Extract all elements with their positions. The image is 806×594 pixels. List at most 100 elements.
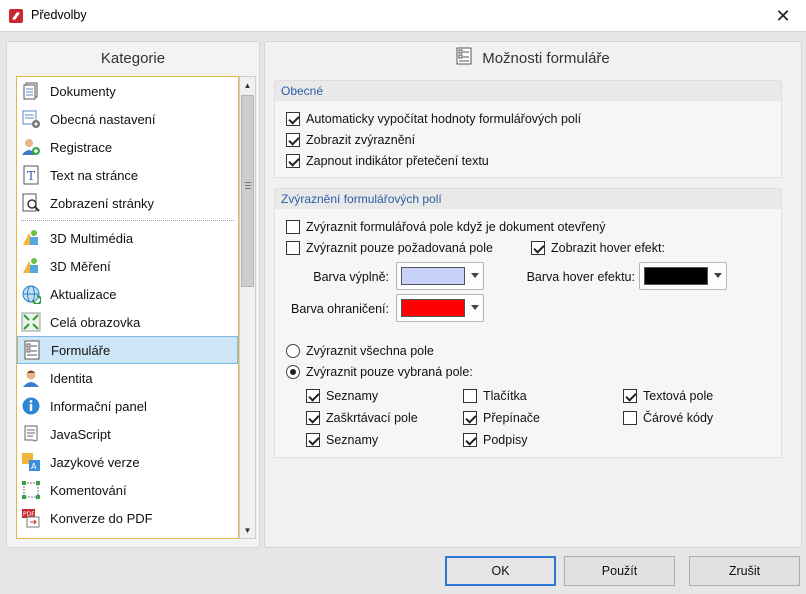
type-lists-checkbox[interactable]: Seznamy <box>306 389 378 403</box>
chevron-down-icon <box>714 273 722 278</box>
category-item-page-display[interactable]: Zobrazení stránky <box>17 189 238 217</box>
general-group: Obecné Automaticky vypočítat hodnoty for… <box>274 80 782 178</box>
category-item-info-panel[interactable]: Informační panel <box>17 392 238 420</box>
show-highlight-checkbox[interactable]: Zobrazit zvýraznění <box>286 133 415 147</box>
checkbox-label: Zvýraznit formulářová pole když je dokum… <box>306 220 606 234</box>
categories-list[interactable]: Dokumenty Obecná nastavení Registrace T … <box>16 76 239 539</box>
checkbox-label: Textová pole <box>643 389 714 403</box>
checkbox-label: Zapnout indikátor přetečení textu <box>306 154 489 168</box>
grip-line <box>245 185 251 186</box>
type-barcodes-checkbox[interactable]: Čárové kódy <box>623 411 713 425</box>
categories-scrollbar[interactable]: ▲ ▼ <box>239 76 256 539</box>
checkbox-box[interactable] <box>306 389 320 403</box>
text-on-page-icon: T <box>20 164 42 186</box>
category-item-fullscreen[interactable]: Celá obrazovka <box>17 308 238 336</box>
border-color-picker[interactable] <box>396 294 484 322</box>
scrollbar-thumb[interactable] <box>241 95 254 287</box>
checkbox-label: Zobrazit hover efekt: <box>551 241 665 255</box>
cancel-button[interactable]: Zrušit <box>689 556 800 586</box>
checkbox-label: Zvýraznit pouze požadovaná pole <box>306 241 493 255</box>
general-settings-icon <box>20 108 42 130</box>
3d-multimedia-icon <box>20 227 42 249</box>
category-item-documents[interactable]: Dokumenty <box>17 77 238 105</box>
checkbox-box[interactable] <box>286 133 300 147</box>
type-textfields-checkbox[interactable]: Textová pole <box>623 389 713 403</box>
checkbox-label: Přepínače <box>483 411 540 425</box>
hover-color-picker[interactable] <box>639 262 727 290</box>
category-item-general[interactable]: Obecná nastavení <box>17 105 238 133</box>
category-label: Zobrazení stránky <box>50 195 155 211</box>
category-item-commenting[interactable]: Komentování <box>17 476 238 504</box>
chevron-down-icon <box>471 273 479 278</box>
svg-text:A: A <box>31 462 37 471</box>
auto-calc-checkbox[interactable]: Automaticky vypočítat hodnoty formulářov… <box>286 112 581 126</box>
checkbox-label: Tlačítka <box>483 389 527 403</box>
checkbox-box[interactable] <box>286 241 300 255</box>
documents-icon <box>20 80 42 102</box>
category-label: Obecná nastavení <box>50 111 156 127</box>
highlight-selected-radio[interactable]: Zvýraznit pouze vybraná pole: <box>286 365 473 379</box>
highlight-required-checkbox[interactable]: Zvýraznit pouze požadovaná pole <box>286 241 493 255</box>
category-item-3d-measure[interactable]: 3D Měření <box>17 252 238 280</box>
hover-color-label: Barva hover efektu: <box>526 270 635 284</box>
category-label: Jazykové verze <box>50 454 140 470</box>
hover-effect-checkbox[interactable]: Zobrazit hover efekt: <box>531 241 665 255</box>
grip-line <box>245 188 251 189</box>
checkbox-box[interactable] <box>306 433 320 447</box>
radio-circle[interactable] <box>286 344 300 358</box>
3d-measure-icon <box>20 255 42 277</box>
category-item-update[interactable]: Aktualizace <box>17 280 238 308</box>
checkbox-box[interactable] <box>306 411 320 425</box>
checkbox-box[interactable] <box>531 241 545 255</box>
category-item-registration[interactable]: Registrace <box>17 133 238 161</box>
fill-color-label: Barva výplně: <box>313 270 389 284</box>
checkbox-box[interactable] <box>463 433 477 447</box>
checkbox-box[interactable] <box>286 154 300 168</box>
type-buttons-checkbox[interactable]: Tlačítka <box>463 389 527 403</box>
category-item-languages[interactable]: A Jazykové verze <box>17 448 238 476</box>
scroll-down-icon[interactable]: ▼ <box>240 522 255 538</box>
checkbox-box[interactable] <box>286 112 300 126</box>
fullscreen-icon <box>20 311 42 333</box>
category-item-javascript[interactable]: JavaScript <box>17 420 238 448</box>
highlight-all-radio[interactable]: Zvýraznit všechna pole <box>286 344 434 358</box>
category-item-text-on-page[interactable]: T Text na stránce <box>17 161 238 189</box>
category-item-3d-multimedia[interactable]: 3D Multimédia <box>17 224 238 252</box>
ok-button[interactable]: OK <box>445 556 556 586</box>
fill-color-swatch <box>401 267 465 285</box>
update-globe-icon <box>20 283 42 305</box>
overflow-indicator-checkbox[interactable]: Zapnout indikátor přetečení textu <box>286 154 489 168</box>
checkbox-label: Seznamy <box>326 433 379 447</box>
fill-color-picker[interactable] <box>396 262 484 290</box>
checkbox-label: Zobrazit zvýraznění <box>306 133 416 147</box>
category-label: Identita <box>50 370 93 386</box>
category-item-pdf-conversion[interactable]: PDF Konverze do PDF <box>17 504 238 532</box>
category-item-forms[interactable]: Formuláře <box>17 336 238 364</box>
checkbox-box[interactable] <box>623 389 637 403</box>
checkbox-box[interactable] <box>463 411 477 425</box>
category-separator <box>21 220 234 221</box>
scroll-up-icon[interactable]: ▲ <box>240 77 255 93</box>
close-button[interactable]: ✕ <box>760 0 806 32</box>
highlight-on-open-checkbox[interactable]: Zvýraznit formulářová pole když je dokum… <box>286 220 605 234</box>
apply-button[interactable]: Použít <box>564 556 675 586</box>
type-lists2-checkbox[interactable]: Seznamy <box>306 433 378 447</box>
app-logo-icon <box>8 8 24 24</box>
radio-circle[interactable] <box>286 365 300 379</box>
categories-panel: Kategorie Dokumenty Obecná nastavení Reg… <box>6 41 260 548</box>
category-label: Aktualizace <box>50 286 117 302</box>
dialog-body: Kategorie Dokumenty Obecná nastavení Reg… <box>0 32 806 594</box>
type-radios-checkbox[interactable]: Přepínače <box>463 411 540 425</box>
checkbox-label: Automaticky vypočítat hodnoty formulářov… <box>306 112 582 126</box>
commenting-icon <box>20 479 42 501</box>
checkbox-box[interactable] <box>286 220 300 234</box>
general-group-title: Obecné <box>275 81 781 101</box>
type-signatures-checkbox[interactable]: Podpisy <box>463 433 527 447</box>
type-checkboxes-checkbox[interactable]: Zaškrtávací pole <box>306 411 418 425</box>
pdf-conversion-icon: PDF <box>20 507 42 529</box>
category-item-identity[interactable]: Identita <box>17 364 238 392</box>
checkbox-box[interactable] <box>623 411 637 425</box>
checkbox-box[interactable] <box>463 389 477 403</box>
form-options-header: Možnosti formuláře <box>265 42 801 74</box>
checkbox-label: Seznamy <box>326 389 379 403</box>
